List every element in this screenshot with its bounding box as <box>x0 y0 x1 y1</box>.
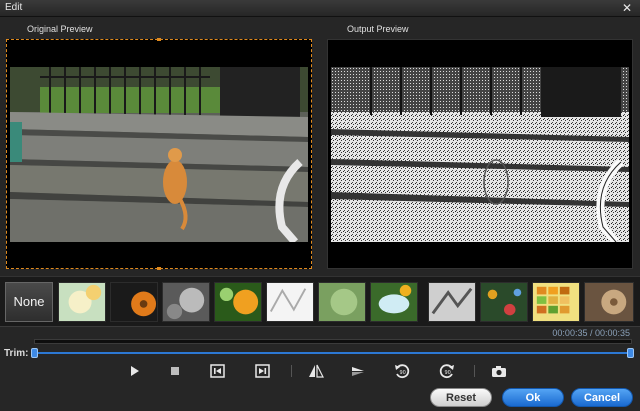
trim-track[interactable] <box>35 352 631 354</box>
rotate-left-icon[interactable]: 90 <box>392 362 412 380</box>
ok-button[interactable]: Ok <box>502 388 564 407</box>
effect-thumb-sketch[interactable] <box>318 282 366 322</box>
next-frame-icon[interactable] <box>252 362 272 380</box>
stop-icon[interactable] <box>165 362 185 380</box>
effect-thumb-contrast[interactable] <box>428 282 476 322</box>
window-title: Edit <box>5 2 23 13</box>
effect-thumb-bright[interactable] <box>266 282 314 322</box>
toolbar-divider <box>291 365 292 377</box>
playback-controls: 00:00:35 / 00:00:35 Trim: 90 90 <box>0 326 640 382</box>
effect-none[interactable]: None <box>5 282 53 322</box>
effect-thumb-grayscale[interactable] <box>162 282 210 322</box>
output-video-frame <box>331 67 629 242</box>
snapshot-icon[interactable] <box>489 362 509 380</box>
svg-text:90: 90 <box>445 370 451 376</box>
original-video-frame <box>10 67 308 242</box>
effect-thumb-blur[interactable] <box>370 282 418 322</box>
effects-strip: None <box>0 276 640 326</box>
effect-thumb-mosaic[interactable] <box>532 282 580 322</box>
close-icon[interactable]: ✕ <box>620 1 634 15</box>
effect-thumb-sepia[interactable] <box>584 282 634 322</box>
preview-area: Original Preview Output Preview <box>0 17 640 276</box>
rotate-right-icon[interactable]: 90 <box>437 362 457 380</box>
original-preview-pane[interactable] <box>6 38 312 270</box>
title-bar: Edit ✕ <box>0 0 640 17</box>
flip-vertical-icon[interactable] <box>348 362 368 380</box>
trim-label: Trim: <box>4 348 29 359</box>
timecode: 00:00:35 / 00:00:35 <box>552 328 630 338</box>
crop-handle-bottom[interactable] <box>157 267 161 270</box>
output-preview-label: Output Preview <box>347 24 409 34</box>
svg-text:90: 90 <box>400 370 406 376</box>
effect-thumb-glow[interactable] <box>58 282 106 322</box>
timeline-bar[interactable] <box>34 339 632 344</box>
crop-handle-top[interactable] <box>157 38 161 41</box>
toolbar-divider <box>474 365 475 377</box>
reset-button[interactable]: Reset <box>430 388 492 407</box>
play-icon[interactable] <box>124 362 144 380</box>
flip-horizontal-icon[interactable] <box>306 362 326 380</box>
original-preview-label: Original Preview <box>27 24 93 34</box>
dialog-footer: Reset Ok Cancel <box>0 382 640 411</box>
effect-thumb-butterfly[interactable] <box>480 282 528 322</box>
effect-thumb-dark[interactable] <box>110 282 158 322</box>
trim-start-handle[interactable] <box>31 348 38 358</box>
trim-end-handle[interactable] <box>627 348 634 358</box>
output-preview-pane <box>327 39 633 269</box>
effect-thumb-warm[interactable] <box>214 282 262 322</box>
cancel-button[interactable]: Cancel <box>571 388 633 407</box>
previous-frame-icon[interactable] <box>208 362 228 380</box>
